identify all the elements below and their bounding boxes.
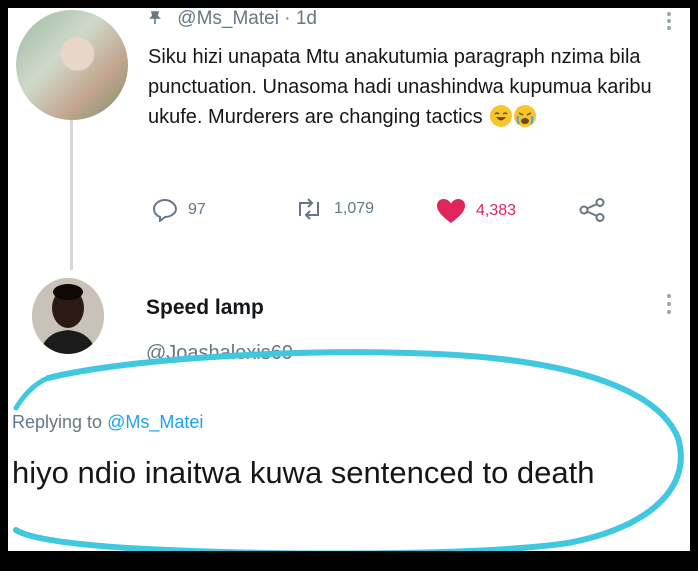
tweet-body: Siku hizi unapata Mtu anakutumia paragra… — [148, 46, 652, 128]
tweet-time: · 1d — [284, 8, 317, 29]
reply-count: 97 — [188, 201, 206, 218]
speed-lamp-avatar[interactable] — [32, 278, 104, 354]
reply-text: hiyo ndio inaitwa kuwa sentenced to deat… — [12, 455, 595, 490]
retweet-action[interactable]: 1,079 — [294, 198, 374, 220]
laughing-emoji-icon — [490, 105, 513, 127]
reply-author-name[interactable]: Speed lamp — [146, 296, 264, 320]
crying-emoji-icon — [514, 105, 537, 127]
share-action[interactable] — [578, 198, 606, 222]
like-action[interactable]: 4,383 — [436, 198, 516, 224]
retweet-count: 1,079 — [334, 200, 375, 217]
tweet-thread-card: @Ms_Matei · 1d Siku hizi unapata Mtu ana… — [8, 8, 690, 551]
tweet-author-handle[interactable]: @Ms_Matei — [177, 8, 279, 29]
share-icon — [578, 198, 606, 222]
screenshot-frame: @Ms_Matei · 1d Siku hizi unapata Mtu ana… — [0, 0, 698, 571]
reply-action[interactable]: 97 — [152, 198, 206, 222]
pin-icon — [148, 11, 162, 25]
reply-author-handle[interactable]: @Joashalexis69 — [146, 342, 293, 365]
replying-to-line: Replying to @Ms_Matei — [12, 412, 203, 433]
reply-icon — [152, 198, 178, 222]
tweet-more-menu-icon[interactable] — [666, 12, 672, 32]
ms-matei-avatar[interactable] — [16, 10, 128, 120]
tweet-actions: 97 1,079 4,383 — [148, 198, 628, 228]
replying-prefix: Replying to — [12, 412, 103, 432]
thread-connector-line — [70, 120, 73, 270]
tweet-header: @Ms_Matei · 1d — [148, 8, 317, 30]
heart-icon — [436, 198, 466, 224]
like-count: 4,383 — [476, 202, 517, 219]
retweet-icon — [294, 198, 324, 220]
reply-more-menu-icon[interactable] — [666, 294, 672, 320]
tweet-text: Siku hizi unapata Mtu anakutumia paragra… — [148, 42, 668, 132]
replying-to-handle[interactable]: @Ms_Matei — [107, 412, 203, 432]
